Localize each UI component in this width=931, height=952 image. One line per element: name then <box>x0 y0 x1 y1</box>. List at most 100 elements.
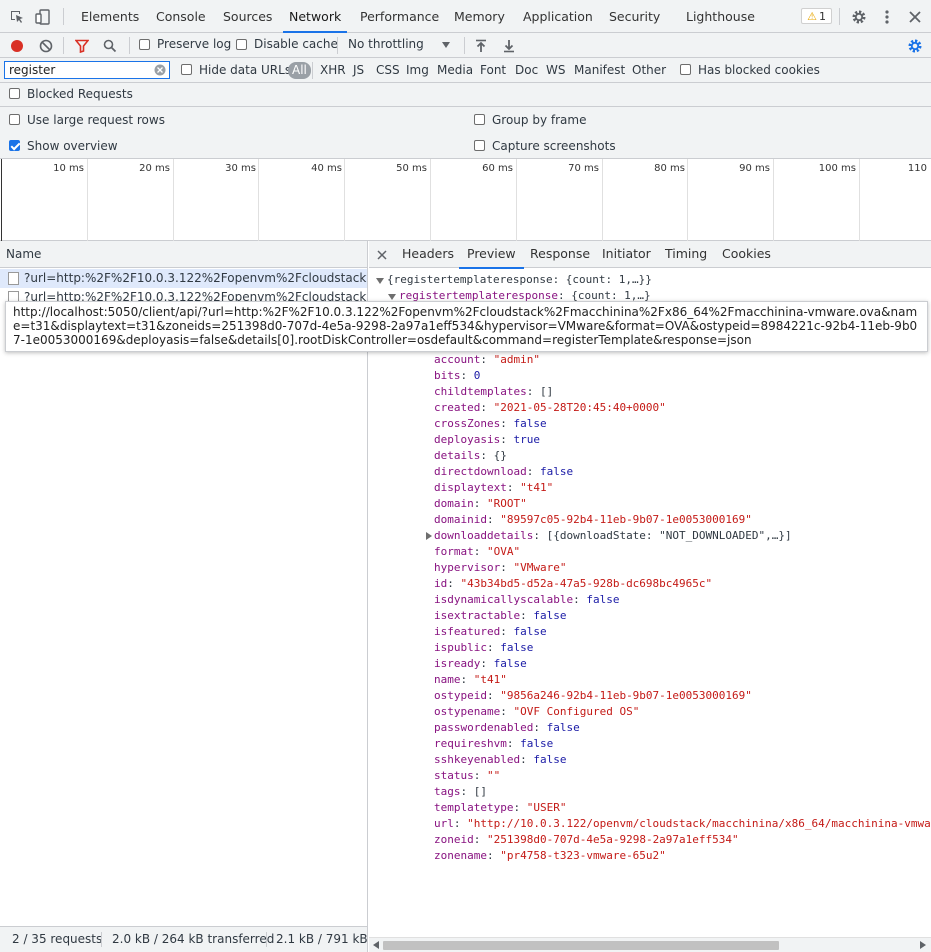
network-toolbar: Preserve log Disable cache No throttling <box>0 33 931 58</box>
hide-data-urls-label[interactable]: Hide data URLs <box>199 63 291 77</box>
json-field-downloaddetails[interactable]: downloaddetails: [{downloadState: "NOT_D… <box>434 528 792 544</box>
collapse-arrow-icon[interactable] <box>376 278 384 284</box>
overview-tick: 20 ms <box>139 163 170 174</box>
search-icon[interactable] <box>101 37 118 54</box>
clear-input-icon[interactable] <box>153 63 167 77</box>
json-field-ostypeid: ostypeid: "9856a246-92b4-11eb-9b07-1e005… <box>434 689 752 702</box>
tab-application[interactable]: Application <box>523 0 593 33</box>
tab-performance[interactable]: Performance <box>360 0 439 33</box>
json-field-format: format: "OVA" <box>434 545 521 558</box>
tab-security[interactable]: Security <box>609 0 660 33</box>
blocked-requests-label[interactable]: Blocked Requests <box>27 87 133 101</box>
has-blocked-cookies-checkbox[interactable] <box>680 64 691 75</box>
device-toggle-icon[interactable] <box>34 8 52 26</box>
overview-tick: 100 ms <box>818 163 856 174</box>
capture-screenshots-checkbox[interactable] <box>474 140 485 151</box>
json-field-domainid: domainid: "89597c05-92b4-11eb-9b07-1e005… <box>434 513 752 526</box>
disable-cache-checkbox[interactable] <box>236 39 247 50</box>
warning-icon: ⚠ <box>807 9 817 23</box>
close-icon[interactable] <box>905 7 924 26</box>
clear-icon[interactable] <box>37 37 54 54</box>
close-detail-icon[interactable] <box>375 248 388 261</box>
record-icon[interactable] <box>8 37 25 54</box>
json-root-line[interactable]: {registertemplateresponse: {count: 1,…}} <box>387 272 652 288</box>
overview-tick: 30 ms <box>225 163 256 174</box>
chevron-down-icon[interactable] <box>440 39 452 51</box>
request-row[interactable]: ?url=http:%2F%2F10.0.3.122%2Fopenvm%2Fcl… <box>0 269 367 288</box>
overview-tick: 80 ms <box>654 163 685 174</box>
overview-tick: 60 ms <box>482 163 513 174</box>
filter-input[interactable]: register <box>4 61 170 79</box>
tab-timing[interactable]: Timing <box>665 241 707 268</box>
scroll-left-icon[interactable] <box>371 940 380 950</box>
blocked-requests-checkbox[interactable] <box>9 88 20 99</box>
has-blocked-cookies-label[interactable]: Has blocked cookies <box>698 63 820 77</box>
json-field-deployasis: deployasis: true <box>434 433 540 446</box>
tab-initiator[interactable]: Initiator <box>602 241 651 268</box>
tab-elements[interactable]: Elements <box>81 0 139 33</box>
expand-arrow-icon[interactable] <box>426 532 432 540</box>
download-icon[interactable] <box>501 37 517 54</box>
large-rows-checkbox[interactable] <box>9 114 20 125</box>
preserve-log-label[interactable]: Preserve log <box>157 37 231 51</box>
gear-icon[interactable] <box>849 7 868 26</box>
blocked-requests-bar: Blocked Requests <box>0 83 931 107</box>
inspect-icon[interactable] <box>8 8 26 26</box>
json-field-isextractable: isextractable: false <box>434 609 567 622</box>
upload-icon[interactable] <box>473 37 489 54</box>
tab-sources[interactable]: Sources <box>223 0 272 33</box>
tab-preview[interactable]: Preview <box>459 241 524 269</box>
tab-console[interactable]: Console <box>156 0 206 33</box>
json-field-sshkeyenabled: sshkeyenabled: false <box>434 753 567 766</box>
transferred-size: 2.0 kB / 264 kB transferred <box>112 932 275 946</box>
hide-data-urls-checkbox[interactable] <box>181 64 192 75</box>
tab-cookies[interactable]: Cookies <box>722 241 771 268</box>
name-column-header[interactable]: Name <box>0 241 367 268</box>
filter-type-font[interactable]: Font <box>480 63 506 77</box>
network-status-bar: 2 / 35 requests 2.0 kB / 264 kB transfer… <box>0 926 367 952</box>
large-rows-label[interactable]: Use large request rows <box>27 113 165 127</box>
filter-type-js[interactable]: JS <box>353 63 364 77</box>
filter-type-all[interactable]: All <box>288 62 311 79</box>
request-count: 2 / 35 requests <box>12 932 103 946</box>
horizontal-scrollbar[interactable] <box>369 937 931 952</box>
filter-type-xhr[interactable]: XHR <box>320 63 346 77</box>
filter-icon[interactable] <box>73 37 90 54</box>
tab-lighthouse[interactable]: Lighthouse <box>686 0 755 33</box>
network-settings-icon[interactable] <box>906 37 923 54</box>
detail-tab-bar: Headers Preview Response Initiator Timin… <box>369 241 931 269</box>
filter-type-media[interactable]: Media <box>437 63 473 77</box>
json-field-created: created: "2021-05-28T20:45:40+0000" <box>434 401 666 414</box>
show-overview-checkbox[interactable] <box>9 140 20 151</box>
filter-type-css[interactable]: CSS <box>376 63 400 77</box>
disable-cache-label[interactable]: Disable cache <box>254 37 338 51</box>
warning-badge[interactable]: ⚠ 1 <box>801 8 832 24</box>
show-overview-label[interactable]: Show overview <box>27 139 118 153</box>
json-field-isdynamicallyscalable: isdynamicallyscalable: false <box>434 593 620 606</box>
throttling-select[interactable]: No throttling <box>348 37 424 51</box>
filter-type-img[interactable]: Img <box>406 63 429 77</box>
collapse-arrow-icon[interactable] <box>388 294 396 300</box>
filter-type-other[interactable]: Other <box>632 63 666 77</box>
overview-tick: 70 ms <box>568 163 599 174</box>
scroll-right-icon[interactable] <box>918 940 927 950</box>
tab-response[interactable]: Response <box>530 241 590 268</box>
preserve-log-checkbox[interactable] <box>139 39 150 50</box>
resources-size: 2.1 kB / 791 kB r <box>276 932 367 946</box>
tab-memory[interactable]: Memory <box>454 0 505 33</box>
json-field-hypervisor: hypervisor: "VMware" <box>434 561 567 574</box>
json-field-isready: isready: false <box>434 657 527 670</box>
group-by-frame-label[interactable]: Group by frame <box>492 113 586 127</box>
tab-headers[interactable]: Headers <box>402 241 454 268</box>
filter-type-ws[interactable]: WS <box>546 63 565 77</box>
more-vert-icon[interactable] <box>878 7 896 26</box>
network-overview[interactable]: 10 ms 20 ms 30 ms 40 ms 50 ms 60 ms 70 m… <box>0 159 931 241</box>
tab-network[interactable]: Network <box>282 0 348 33</box>
request-name: ?url=http:%2F%2F10.0.3.122%2Fopenvm%2Fcl… <box>24 271 367 285</box>
capture-screenshots-label[interactable]: Capture screenshots <box>492 139 616 153</box>
scrollbar-thumb[interactable] <box>383 941 779 950</box>
filter-type-doc[interactable]: Doc <box>515 63 538 77</box>
group-by-frame-checkbox[interactable] <box>474 114 485 125</box>
json-field-crossZones: crossZones: false <box>434 417 547 430</box>
filter-type-manifest[interactable]: Manifest <box>574 63 625 77</box>
